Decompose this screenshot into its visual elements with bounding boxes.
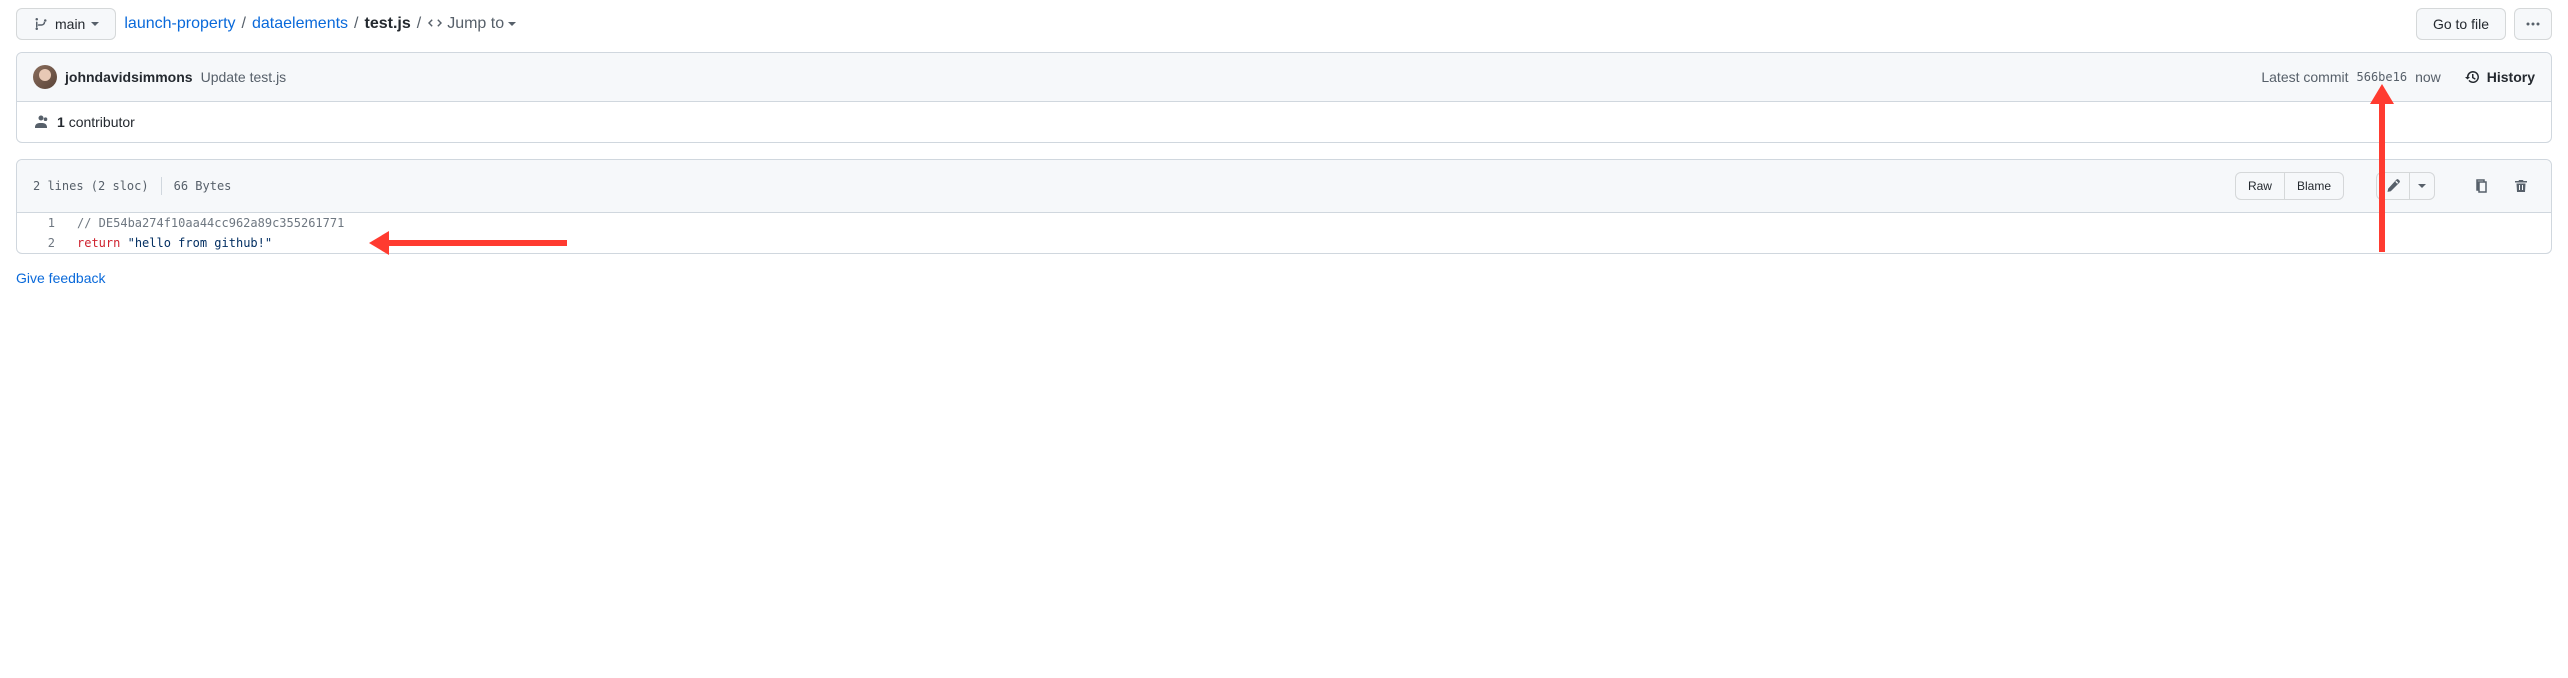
contributors-row: 1 contributor	[17, 102, 2551, 142]
commit-hash-link[interactable]: 566be16	[2357, 70, 2408, 84]
branch-selector-button[interactable]: main	[16, 8, 116, 40]
branch-name: main	[55, 16, 85, 32]
people-icon	[33, 114, 49, 130]
code-icon	[427, 16, 443, 32]
contributor-label: contributor	[69, 114, 135, 130]
git-branch-icon	[33, 16, 49, 32]
code-line[interactable]: 1 // DE54ba274f10aa44cc962a89c355261771	[17, 213, 2551, 233]
breadcrumb-separator: /	[417, 15, 421, 33]
code-token-keyword: return	[77, 236, 120, 250]
code-line[interactable]: 2 return "hello from github!"	[17, 233, 2551, 253]
file-box: 2 lines (2 sloc) 66 Bytes Raw Blame 1 //	[16, 159, 2552, 254]
code-token-comment: // DE54ba274f10aa44cc962a89c355261771	[77, 216, 344, 230]
raw-blame-group: Raw Blame	[2235, 172, 2344, 200]
breadcrumb-repo[interactable]: launch-property	[124, 15, 235, 33]
blame-button[interactable]: Blame	[2285, 172, 2344, 200]
commit-time: now	[2415, 69, 2441, 85]
line-number: 2	[17, 233, 67, 253]
give-feedback-link[interactable]: Give feedback	[16, 270, 106, 286]
copy-icon	[2473, 178, 2489, 194]
history-icon	[2465, 69, 2481, 85]
history-label: History	[2487, 69, 2535, 85]
jump-to-button[interactable]: Jump to	[427, 15, 516, 33]
breadcrumb-separator: /	[242, 15, 246, 33]
code-area: 1 // DE54ba274f10aa44cc962a89c355261771 …	[17, 213, 2551, 253]
commit-message-link[interactable]: Update test.js	[201, 69, 287, 85]
copy-button[interactable]	[2467, 172, 2495, 200]
separator	[161, 177, 162, 195]
breadcrumb-row: main launch-property / dataelements / te…	[16, 0, 2552, 52]
avatar[interactable]	[33, 65, 57, 89]
commit-box: johndavidsimmons Update test.js Latest c…	[16, 52, 2552, 143]
pencil-icon	[2385, 178, 2401, 194]
trash-icon	[2513, 178, 2529, 194]
edit-group	[2376, 172, 2435, 200]
file-lines-info: 2 lines (2 sloc)	[33, 179, 149, 193]
author-link[interactable]: johndavidsimmons	[65, 69, 193, 85]
code-token-string: "hello from github!"	[128, 236, 273, 250]
go-to-file-label: Go to file	[2433, 16, 2489, 32]
raw-label: Raw	[2248, 179, 2272, 193]
breadcrumb-folder[interactable]: dataelements	[252, 15, 348, 33]
caret-down-icon	[508, 22, 516, 26]
file-header: 2 lines (2 sloc) 66 Bytes Raw Blame	[17, 160, 2551, 213]
breadcrumb: launch-property / dataelements / test.js…	[124, 15, 516, 33]
breadcrumb-current-file: test.js	[365, 15, 411, 33]
feedback-row: Give feedback	[16, 270, 2552, 286]
edit-dropdown-button[interactable]	[2410, 172, 2435, 200]
breadcrumb-separator: /	[354, 15, 358, 33]
go-to-file-button[interactable]: Go to file	[2416, 8, 2506, 40]
kebab-menu-button[interactable]	[2514, 8, 2552, 40]
jump-to-label: Jump to	[447, 15, 504, 33]
commit-header: johndavidsimmons Update test.js Latest c…	[17, 53, 2551, 102]
file-size-info: 66 Bytes	[174, 179, 232, 193]
contributor-count: 1	[57, 114, 65, 130]
caret-down-icon	[91, 22, 99, 26]
raw-button[interactable]: Raw	[2235, 172, 2285, 200]
edit-button[interactable]	[2376, 172, 2410, 200]
line-number: 1	[17, 213, 67, 233]
delete-button[interactable]	[2507, 172, 2535, 200]
caret-down-icon	[2418, 184, 2426, 188]
kebab-icon	[2525, 16, 2541, 32]
latest-commit-label: Latest commit	[2261, 69, 2348, 85]
history-link[interactable]: History	[2465, 69, 2535, 85]
blame-label: Blame	[2297, 179, 2331, 193]
